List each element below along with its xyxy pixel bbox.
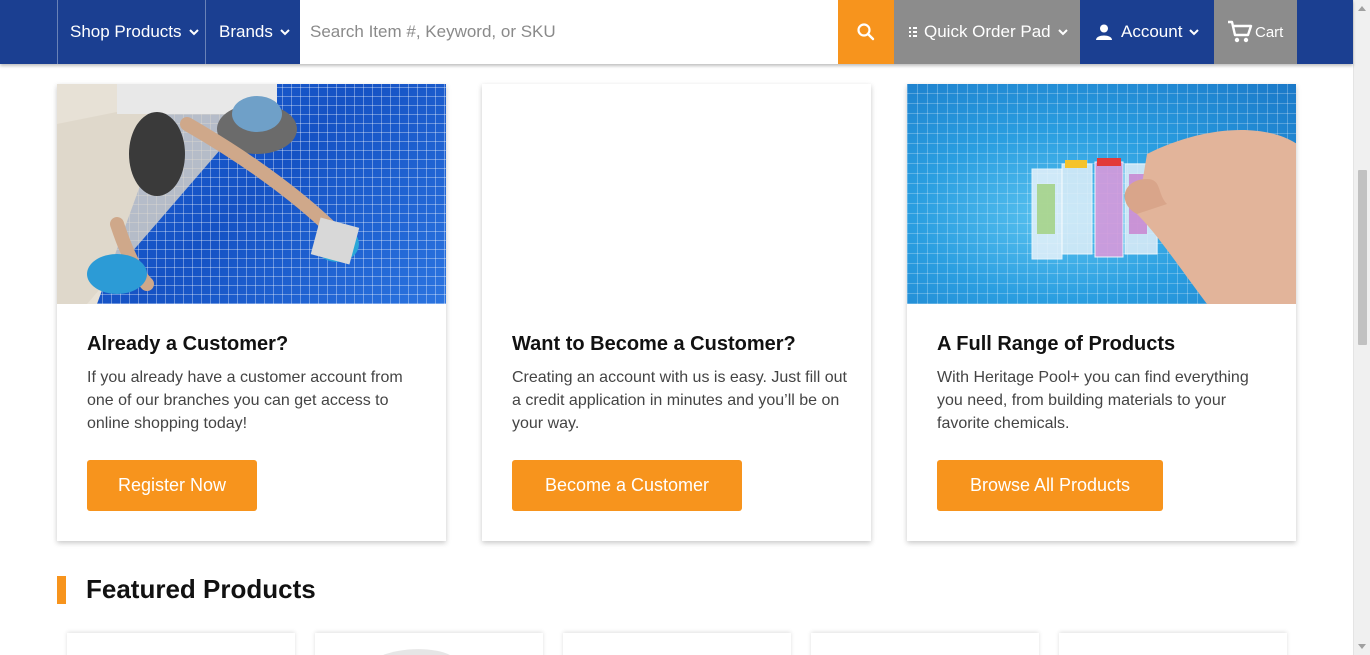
cart-icon [1228, 20, 1253, 43]
product-image [383, 649, 450, 655]
search-input[interactable] [300, 0, 838, 64]
product-card[interactable] [67, 633, 295, 655]
user-icon [1096, 24, 1112, 40]
quick-order-pad-label: Quick Order Pad [924, 22, 1051, 41]
shop-products-menu[interactable]: Shop Products [57, 0, 206, 64]
top-nav: Shop Products Brands Quick Order Pad Acc… [0, 0, 1353, 64]
card-text: If you already have a customer account f… [87, 369, 403, 432]
pool-tiling-image [57, 84, 446, 304]
become-customer-button[interactable]: Become a Customer [512, 460, 742, 511]
product-card[interactable] [811, 633, 1039, 655]
full-range-card: A Full Range of Products With Heritage P… [907, 84, 1296, 541]
product-card[interactable] [1059, 633, 1287, 655]
scroll-down-arrow-icon[interactable] [1358, 644, 1366, 649]
product-card[interactable] [563, 633, 791, 655]
chevron-down-icon [1189, 29, 1200, 36]
account-label: Account [1121, 22, 1183, 41]
shop-products-label: Shop Products [70, 22, 182, 41]
water-test-kit-image [907, 84, 1296, 304]
product-card[interactable] [315, 633, 543, 655]
featured-products-heading: Featured Products [86, 574, 316, 604]
chevron-down-icon [280, 29, 290, 36]
browse-all-products-button[interactable]: Browse All Products [937, 460, 1163, 511]
card-image-placeholder [482, 84, 871, 304]
card-text: Creating an account with us is easy. Jus… [512, 369, 847, 432]
account-menu[interactable]: Account [1081, 0, 1214, 64]
vertical-scrollbar[interactable] [1353, 0, 1370, 655]
chevron-down-icon [188, 29, 199, 36]
brands-label: Brands [219, 22, 273, 41]
cart-label: Cart [1255, 23, 1284, 41]
quick-order-pad-menu[interactable]: Quick Order Pad [894, 0, 1080, 64]
section-accent-bar [57, 576, 66, 604]
scrollbar-thumb[interactable] [1358, 170, 1367, 345]
register-now-button[interactable]: Register Now [87, 460, 257, 511]
scroll-up-arrow-icon[interactable] [1358, 6, 1366, 11]
cart-button[interactable]: Cart [1214, 0, 1297, 64]
list-icon [909, 27, 917, 37]
card-text: With Heritage Pool+ you can find everyth… [937, 369, 1249, 432]
customer-card: Already a Customer? If you already have … [57, 84, 446, 541]
card-title: A Full Range of Products [937, 333, 1176, 355]
brands-menu[interactable]: Brands [207, 0, 300, 64]
search-icon [857, 23, 875, 41]
become-customer-card: Want to Become a Customer? Creating an a… [482, 84, 871, 541]
card-title: Want to Become a Customer? [512, 333, 796, 355]
search-button[interactable] [838, 0, 894, 64]
chevron-down-icon [1057, 29, 1068, 36]
card-title: Already a Customer? [87, 333, 289, 355]
